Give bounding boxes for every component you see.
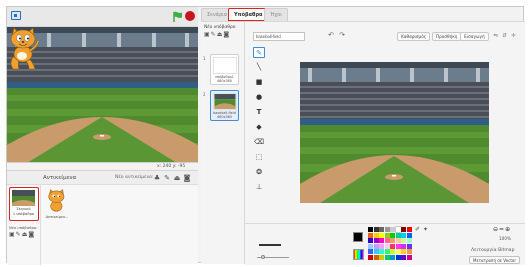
sprite-thumbnail[interactable] (45, 189, 69, 217)
choose-backdrop-list-icon[interactable]: ▣ (204, 31, 211, 38)
upload-sprite-icon[interactable]: ⏏ (173, 174, 181, 182)
set-center-icon[interactable]: ⊥ (253, 182, 265, 193)
stamp-icon[interactable]: ❂ (253, 167, 265, 178)
camera-backdrop-list-icon[interactable]: ◙ (223, 31, 230, 38)
cat-sprite[interactable] (7, 27, 41, 71)
eraser-icon[interactable]: ⌫ (253, 137, 265, 148)
backdrop-name-field[interactable] (253, 32, 305, 41)
tab-backdrops[interactable]: Υπόβαθρα (228, 8, 269, 21)
brush-size-preview (259, 244, 281, 246)
backdrop-number: 1 (203, 56, 206, 61)
zoom-in-icon[interactable]: ⊕ (505, 226, 511, 233)
fill-icon[interactable]: ◆ (253, 122, 265, 133)
sprite-thumbnail-label: Αντικείμεν... (45, 215, 69, 219)
canvas-baseball-field-image (300, 62, 489, 203)
tab-sounds[interactable]: Ήχοι (264, 8, 288, 21)
editor-bottom-bar: ✐ ✦ ⊖=⊕ 100% Λειτουργία Bitmap Μετατροπή… (245, 223, 525, 265)
add-button[interactable]: Προσθήκη (432, 32, 462, 41)
color-picker-icon[interactable]: ✦ (423, 226, 428, 233)
backdrop-item-size: 480x360 (217, 115, 232, 119)
choose-backdrop-icon[interactable]: ▣ (9, 231, 16, 238)
stage-thumbnail[interactable]: Σκηνικό 1 υπόβαθρο (9, 187, 39, 221)
select-icon[interactable]: ⬚ (253, 152, 265, 163)
convert-to-vector-button[interactable]: Μετατροπή σε Vector (469, 256, 520, 264)
backdrop-number: 2 (203, 92, 206, 97)
camera-backdrop-icon[interactable]: ◙ (28, 231, 35, 238)
stop-icon[interactable] (185, 11, 195, 21)
camera-sprite-icon[interactable]: ◙ (183, 174, 191, 182)
mouse-coordinates: x: 240 y: -95 (157, 164, 186, 169)
stage-thumbnail-image (12, 190, 35, 206)
eyedropper-icon[interactable]: ✐ (415, 226, 420, 233)
backdrop-item-label: baseball-field 480x360 (211, 111, 238, 119)
scratch-editor-window: x: 240 y: -95 Αντικείμενα Νέο αντικείμεν… (6, 6, 525, 265)
backdrop-item-size: 480x360 (217, 79, 232, 83)
import-button[interactable]: Εισαγωγή (460, 32, 489, 41)
paint-sprite-icon[interactable]: ✎ (163, 174, 171, 182)
ellipse-icon[interactable]: ● (253, 92, 265, 103)
new-backdrop-tools: ▣✎⏏◙ (9, 231, 35, 238)
sprite-pane: Αντικείμενα Νέο αντικείμενο: ♣ ✎ ⏏ ◙ Σκη… (7, 170, 198, 265)
backdrop-item-label: υπόβαθρο1 480x360 (211, 75, 238, 83)
backdrop-item-selected[interactable]: baseball-field 480x360 (210, 90, 239, 121)
current-color-swatch[interactable] (353, 232, 363, 242)
sprites-title: Αντικείμενα (43, 175, 77, 181)
rectangle-icon[interactable]: ■ (253, 77, 265, 88)
flip-vertical-icon[interactable]: ⇵ (501, 32, 508, 40)
green-flag-icon[interactable] (172, 11, 183, 22)
backdrop-item-image (213, 57, 237, 74)
new-sprite-label: Νέο αντικείμενο: (115, 175, 154, 180)
backdrop-list-pane: Νέο υπόβαθρο ▣✎⏏◙ 1 υπόβαθρο1 480x360 2 … (201, 21, 245, 264)
brush-size-slider-knob[interactable] (261, 255, 265, 259)
choose-sprite-icon[interactable]: ♣ (153, 174, 161, 182)
set-costume-center-icon[interactable]: ✛ (510, 32, 517, 40)
flip-horizontal-icon[interactable]: ⇋ (492, 32, 499, 40)
zoom-level: 100% (499, 236, 511, 241)
paint-editor: ↶ ↷ Καθαρισμός Προσθήκη Εισαγωγή ⇋ ⇵ ✛ ✎… (245, 21, 525, 265)
fullscreen-icon[interactable] (11, 11, 21, 20)
stage[interactable] (7, 27, 198, 163)
stage-panel: Σκηνικό 1 υπόβαθρο Νέο υπόβαθρο: ▣✎⏏◙ (7, 185, 41, 265)
new-backdrop-title: Νέο υπόβαθρο (204, 25, 236, 30)
backdrop-item[interactable]: υπόβαθρο1 480x360 (210, 54, 239, 85)
line-icon[interactable]: ╲ (253, 62, 265, 73)
color-spectrum-icon[interactable] (353, 249, 364, 260)
paint-canvas[interactable] (300, 62, 489, 203)
color-palette[interactable] (368, 226, 412, 260)
new-backdrop-list-tools: ▣✎⏏◙ (204, 31, 230, 38)
undo-icon[interactable]: ↶ (327, 31, 335, 40)
new-backdrop-label: Νέο υπόβαθρο: (9, 225, 38, 230)
stage-header (7, 7, 198, 27)
paintbrush-icon[interactable]: ✎ (253, 47, 265, 58)
stage-thumbnail-label: Σκηνικό 1 υπόβαθρο (12, 207, 35, 216)
backdrop-item-image (213, 93, 237, 110)
clear-button[interactable]: Καθαρισμός (397, 32, 431, 41)
sprite-pane-header: Αντικείμενα Νέο αντικείμενο: ♣ ✎ ⏏ ◙ (7, 171, 198, 185)
bitmap-mode-label: Λειτουργία Bitmap (471, 248, 515, 253)
redo-icon[interactable]: ↷ (338, 31, 346, 40)
text-icon[interactable]: T (253, 107, 265, 118)
zoom-controls: ⊖=⊕ (493, 226, 511, 233)
